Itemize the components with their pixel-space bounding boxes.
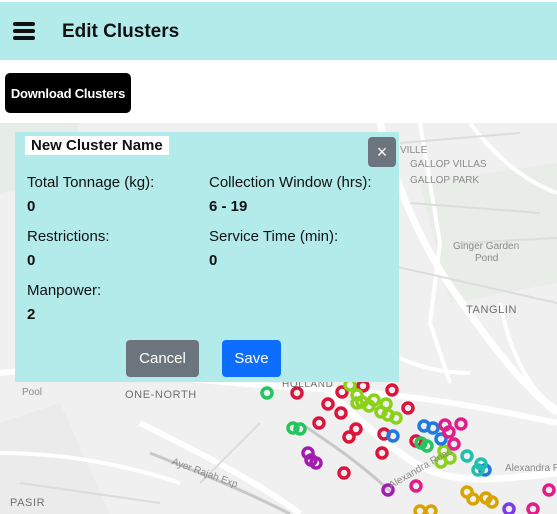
top-bar: Edit Clusters [0, 0, 557, 60]
save-button[interactable]: Save [222, 340, 281, 377]
service-time-value: 0 [209, 252, 218, 269]
cancel-button[interactable]: Cancel [126, 340, 199, 377]
map-label-gallop-park: GALLOP PARK [410, 175, 480, 186]
collection-window-label: Collection Window (hrs): [209, 174, 372, 191]
restrictions-value: 0 [27, 252, 36, 269]
map-label-one-north: ONE-NORTH [125, 389, 197, 401]
map-label-ville: VILLE [400, 145, 428, 156]
close-modal-button[interactable]: × [368, 137, 396, 167]
map-label-tanglin: TANGLIN [466, 304, 518, 316]
map-label-pond: Pond [475, 253, 499, 264]
download-clusters-button[interactable]: Download Clusters [5, 73, 131, 113]
map-label-pool: Pool [22, 387, 43, 398]
cluster-name-title[interactable]: New Cluster Name [25, 136, 169, 155]
map-label-alexandra-rd: Alexandra Rd [505, 463, 557, 474]
manpower-label: Manpower: [27, 282, 102, 299]
collection-window-value: 6 - 19 [209, 198, 248, 215]
map-label-gallop-villas: GALLOP VILLAS [410, 159, 487, 170]
edit-clusters-page: Edit Clusters Download Clusters VILLE GA… [0, 0, 557, 514]
service-time-label: Service Time (min): [209, 228, 339, 245]
page-title: Edit Clusters [62, 21, 180, 42]
hamburger-menu-icon[interactable] [13, 22, 35, 40]
cluster-details-modal: New Cluster Name × Total Tonnage (kg): 0… [15, 132, 399, 382]
total-tonnage-label: Total Tonnage (kg): [27, 174, 155, 191]
restrictions-label: Restrictions: [27, 228, 110, 245]
manpower-value: 2 [27, 306, 36, 323]
map-label-ginger-garden: Ginger Garden [453, 241, 520, 252]
map-label-pasir: PASIR [10, 497, 46, 509]
total-tonnage-value: 0 [27, 198, 36, 215]
